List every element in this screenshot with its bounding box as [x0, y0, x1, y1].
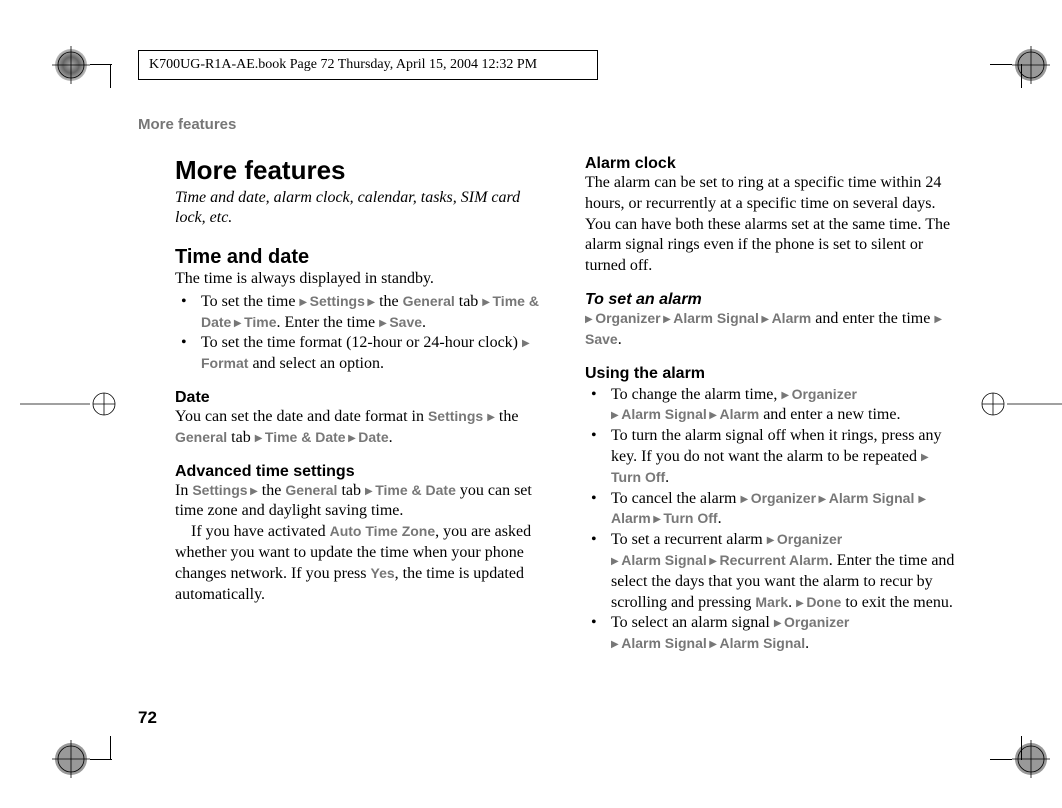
nav-arrow-icon: ▶	[365, 297, 375, 308]
nav-arrow-icon: ▶	[781, 390, 791, 401]
nav-arrow-icon: ▶	[611, 639, 621, 650]
advanced-heading: Advanced time settings	[175, 463, 545, 481]
nav-arrow-icon: ▶	[482, 297, 492, 308]
to-set-alarm-text: ▶ Organizer ▶ Alarm Signal ▶ Alarm and e…	[585, 309, 955, 351]
crop-tick	[1021, 736, 1022, 760]
time-intro: The time is always displayed in standby.	[175, 269, 545, 290]
nav-arrow-icon: ▶	[661, 314, 674, 325]
left-column: More features Time and date, alarm clock…	[175, 155, 545, 655]
registration-mark-top-right	[1012, 46, 1050, 84]
nav-arrow-icon: ▶	[918, 494, 926, 505]
nav-arrow-icon: ▶	[231, 318, 244, 329]
time-bullets: To set the time ▶ Settings ▶ the General…	[175, 292, 545, 375]
nav-arrow-icon: ▶	[707, 410, 720, 421]
page-number: 72	[138, 708, 157, 728]
nav-arrow-icon: ▶	[707, 639, 720, 650]
document-header-box: K700UG-R1A-AE.book Page 72 Thursday, Apr…	[138, 50, 598, 80]
nav-arrow-icon: ▶	[767, 535, 777, 546]
using-alarm-bullets: To change the alarm time, ▶ Organizer ▶ …	[585, 385, 955, 655]
bullet-change-alarm: To change the alarm time, ▶ Organizer ▶ …	[585, 385, 955, 427]
crop-mark-right	[977, 385, 1062, 423]
nav-arrow-icon: ▶	[934, 314, 942, 325]
nav-arrow-icon: ▶	[651, 514, 664, 525]
crop-tick	[1021, 64, 1022, 88]
nav-arrow-icon: ▶	[346, 433, 359, 444]
nav-arrow-icon: ▶	[522, 338, 530, 349]
crop-tick	[90, 759, 112, 760]
right-column: Alarm clock The alarm can be set to ring…	[585, 155, 955, 655]
nav-arrow-icon: ▶	[796, 598, 806, 609]
registration-mark-bottom-right	[1012, 740, 1050, 778]
alarm-clock-heading: Alarm clock	[585, 155, 955, 173]
chapter-subtitle: Time and date, alarm clock, calendar, ta…	[175, 188, 545, 228]
nav-arrow-icon: ▶	[611, 556, 621, 567]
nav-arrow-icon: ▶	[921, 452, 929, 463]
nav-arrow-icon: ▶	[759, 314, 772, 325]
registration-mark-top-left	[52, 46, 90, 84]
crop-tick	[990, 759, 1012, 760]
document-header-text: K700UG-R1A-AE.book Page 72 Thursday, Apr…	[149, 57, 537, 72]
nav-arrow-icon: ▶	[740, 494, 750, 505]
using-alarm-heading: Using the alarm	[585, 365, 955, 383]
date-heading: Date	[175, 389, 545, 407]
bullet-recurrent-alarm: To set a recurrent alarm ▶ Organizer ▶ A…	[585, 530, 955, 613]
advanced-text-1: In Settings ▶ the General tab ▶ Time & D…	[175, 481, 545, 523]
crop-tick	[110, 736, 111, 760]
nav-arrow-icon: ▶	[707, 556, 720, 567]
nav-arrow-icon: ▶	[774, 618, 784, 629]
nav-arrow-icon: ▶	[585, 314, 595, 325]
nav-arrow-icon: ▶	[611, 410, 621, 421]
bullet-set-format: To set the time format (12-hour or 24-ho…	[175, 333, 545, 375]
bullet-select-signal: To select an alarm signal ▶ Organizer ▶ …	[585, 613, 955, 655]
running-head: More features	[138, 116, 236, 133]
nav-arrow-icon: ▶	[379, 318, 389, 329]
nav-arrow-icon: ▶	[365, 486, 375, 497]
page-content: More features Time and date, alarm clock…	[175, 155, 955, 655]
bullet-set-time: To set the time ▶ Settings ▶ the General…	[175, 292, 545, 334]
nav-arrow-icon: ▶	[299, 297, 309, 308]
nav-arrow-icon: ▶	[248, 486, 258, 497]
time-and-date-heading: Time and date	[175, 246, 545, 269]
bullet-cancel-alarm: To cancel the alarm ▶ Organizer ▶ Alarm …	[585, 489, 955, 531]
advanced-text-2: If you have activated Auto Time Zone, yo…	[175, 522, 545, 605]
chapter-title: More features	[175, 155, 545, 186]
crop-mark-left	[20, 385, 120, 423]
bullet-turn-off-ringing: To turn the alarm signal off when it rin…	[585, 426, 955, 488]
crop-tick	[990, 64, 1012, 65]
nav-arrow-icon: ▶	[816, 494, 829, 505]
to-set-alarm-heading: To set an alarm	[585, 291, 955, 309]
registration-mark-bottom-left	[52, 740, 90, 778]
nav-arrow-icon: ▶	[487, 412, 495, 423]
alarm-intro: The alarm can be set to ring at a specif…	[585, 173, 955, 277]
date-text: You can set the date and date format in …	[175, 407, 545, 449]
crop-tick	[90, 64, 112, 65]
nav-arrow-icon: ▶	[255, 433, 265, 444]
crop-tick	[110, 64, 111, 88]
